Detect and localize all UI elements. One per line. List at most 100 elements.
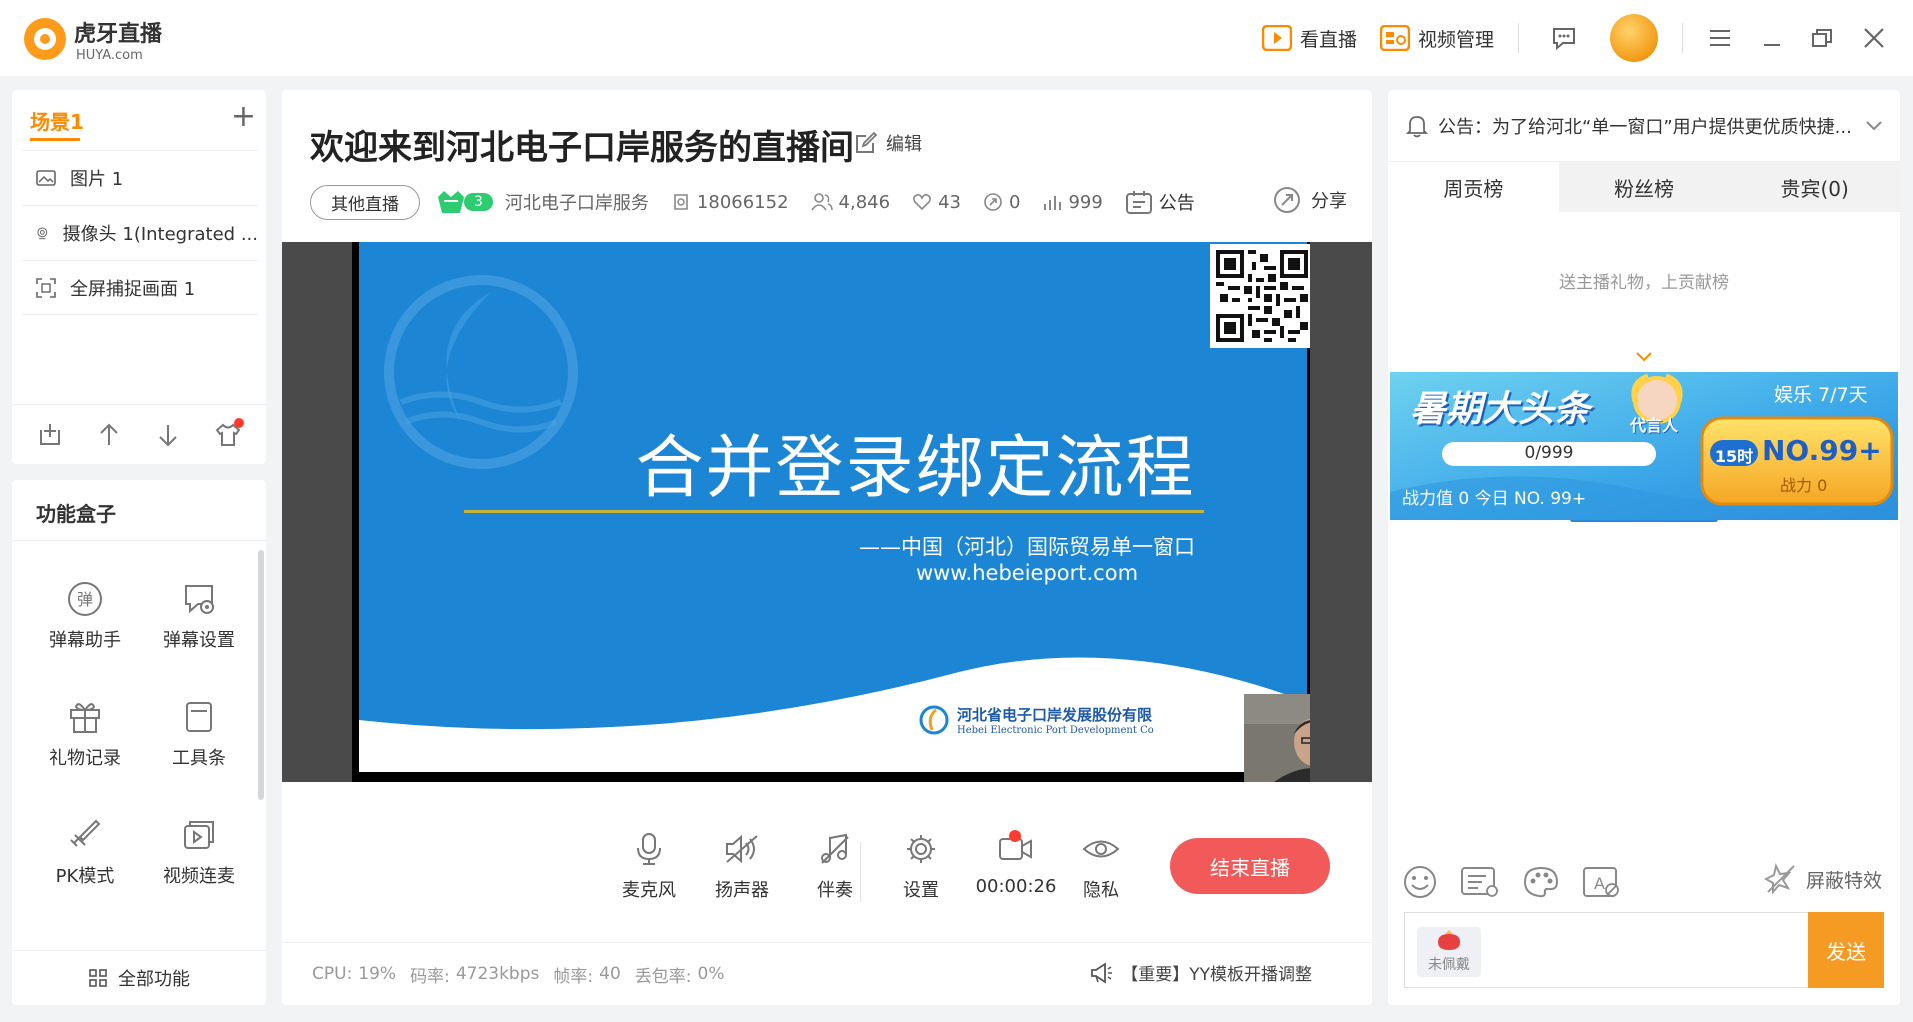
- banner-rank: NO.99+: [1762, 434, 1882, 467]
- toolbar-button[interactable]: 工具条: [144, 698, 254, 788]
- mic-label: 麦克风: [622, 880, 676, 901]
- function-label: 工具条: [172, 748, 226, 769]
- svg-text:弹: 弹: [77, 590, 93, 609]
- end-live-button[interactable]: 结束直播: [1170, 838, 1330, 894]
- mic-button[interactable]: 麦克风: [609, 832, 689, 902]
- source-label: 全屏捕捉画面 1: [70, 278, 196, 300]
- add-source-icon[interactable]: [37, 422, 63, 448]
- huya-logo[interactable]: 虎牙直播 HUYA.com: [22, 14, 222, 64]
- slide-subtitle: ——中国（河北）国际贸易单一窗口 www.hebeieport.com: [859, 534, 1195, 586]
- announcement-button[interactable]: 公告: [1125, 189, 1195, 215]
- tab-vip[interactable]: 贵宾(0): [1729, 162, 1900, 212]
- scene-toolbar: [12, 404, 266, 464]
- message-icon[interactable]: [1546, 20, 1582, 56]
- webcam-overlay: [1244, 694, 1310, 782]
- gift-icon: [70, 703, 100, 733]
- title-bar: 虎牙直播 HUYA.com 看直播 视频管理: [0, 0, 1913, 76]
- palette-icon[interactable]: [1522, 865, 1560, 899]
- record-button[interactable]: 00:00:26: [966, 830, 1066, 897]
- banner-leaderboard-link[interactable]: 排行榜: [1608, 522, 1678, 546]
- watch-live-button[interactable]: 看直播: [1262, 20, 1357, 56]
- banner-power: 战力 0: [1780, 476, 1828, 495]
- banner-power-line: 战力值 0 今日 NO. 99+: [1402, 489, 1587, 509]
- video-manage-label: 视频管理: [1418, 28, 1495, 51]
- event-banner[interactable]: 暑期大头条 代言人 娱乐 7/7天 0/999 战力值 0 今日 NO. 99+…: [1390, 372, 1898, 545]
- danmaku-settings-button[interactable]: 弹幕设置: [144, 580, 254, 670]
- tab-weekly-contribution[interactable]: 周贡榜: [1388, 162, 1559, 212]
- chevron-down-circle-icon: [1662, 526, 1678, 542]
- tab-scene-1[interactable]: 场景1: [30, 106, 84, 135]
- divider: [860, 842, 861, 902]
- move-down-icon[interactable]: [155, 422, 181, 448]
- function-label: 弹幕助手: [49, 630, 121, 651]
- all-functions-label: 全部功能: [118, 969, 190, 990]
- chevron-down-icon[interactable]: [1636, 352, 1652, 362]
- host-info[interactable]: 3 河北电子口岸服务: [434, 187, 649, 217]
- block-effects-button[interactable]: 屏蔽特效: [1763, 862, 1882, 896]
- share-button[interactable]: 分享: [1273, 186, 1347, 214]
- settings-button[interactable]: 设置: [881, 832, 961, 902]
- settings-label: 设置: [903, 880, 939, 901]
- speaker-button[interactable]: 扬声器: [702, 832, 782, 902]
- room-title: 欢迎来到河北电子口岸服务的直播间: [310, 128, 854, 168]
- viewer-count-value: 4,846: [838, 191, 891, 213]
- chat-input[interactable]: 未佩戴: [1404, 912, 1814, 988]
- category-button[interactable]: 其他直播: [310, 184, 420, 220]
- bar-chart-icon: [1044, 196, 1062, 210]
- text-template-icon[interactable]: [1460, 865, 1500, 899]
- scrollbar[interactable]: [258, 550, 264, 800]
- packet-loss-label: 丢包率:: [634, 966, 692, 987]
- fan-badge-slot[interactable]: 未佩戴: [1417, 927, 1481, 977]
- gear-icon: [907, 835, 935, 863]
- function-label: PK模式: [55, 866, 115, 887]
- font-style-icon[interactable]: A: [1582, 865, 1622, 899]
- live-timer: 00:00:26: [975, 876, 1057, 897]
- privacy-button[interactable]: 隐私: [1061, 832, 1141, 902]
- badge-label: 未佩戴: [1428, 957, 1470, 973]
- divider: [12, 540, 266, 541]
- live-room-panel: 欢迎来到河北电子口岸服务的直播间 编辑 其他直播 3 河北电子口岸服务 1806…: [282, 90, 1372, 1005]
- edit-title-button[interactable]: 编辑: [854, 130, 922, 156]
- all-functions-button[interactable]: 全部功能: [12, 950, 266, 1005]
- send-button[interactable]: 发送: [1808, 912, 1884, 988]
- share-count-value: 0: [1008, 191, 1021, 213]
- avatar[interactable]: [1610, 14, 1658, 62]
- record-indicator: [997, 830, 1035, 866]
- divider: [1682, 23, 1683, 53]
- close-icon[interactable]: [1856, 20, 1892, 56]
- camera-icon: [37, 227, 48, 240]
- announcement-bar[interactable]: 公告：为了给河北“单一窗口”用户提供更优质快捷...: [1388, 90, 1900, 162]
- function-box: 功能盒子 弹 弹幕助手 弹幕设置 礼物记录 工具条 PK模式 视频连麦 全部功能: [12, 480, 266, 1005]
- emoji-icon[interactable]: [1402, 864, 1438, 900]
- move-up-icon[interactable]: [96, 422, 122, 448]
- source-item-image[interactable]: 图片 1: [22, 150, 258, 205]
- source-item-camera[interactable]: 摄像头 1(Integrated ...: [22, 205, 258, 260]
- accompany-button[interactable]: 伴奏: [795, 832, 875, 902]
- system-notice[interactable]: 【重要】YY模板开播调整: [1089, 960, 1312, 985]
- room-info-row: 其他直播 3 河北电子口岸服务 18066152 4,846 43 0 999: [310, 184, 1217, 220]
- video-link-button[interactable]: 视频连麦: [144, 816, 254, 906]
- minimize-icon[interactable]: [1754, 20, 1790, 56]
- share-label: 分享: [1311, 191, 1347, 212]
- restore-icon[interactable]: [1804, 20, 1840, 56]
- image-icon: [36, 170, 56, 186]
- stream-preview[interactable]: 合并登录绑定流程 ——中国（河北）国际贸易单一窗口 www.hebeieport…: [282, 242, 1372, 782]
- danmaku-assistant-button[interactable]: 弹 弹幕助手: [30, 580, 140, 670]
- gift-record-button[interactable]: 礼物记录: [30, 698, 140, 788]
- danmaku-icon: 弹: [68, 582, 102, 616]
- add-scene-button[interactable]: +: [231, 102, 256, 132]
- menu-icon[interactable]: [1702, 20, 1738, 56]
- source-item-screen-capture[interactable]: 全屏捕捉画面 1: [22, 260, 258, 315]
- pk-mode-button[interactable]: PK模式: [30, 816, 140, 906]
- skin-button[interactable]: [214, 417, 244, 448]
- heat-value: 999: [1042, 192, 1103, 213]
- music-icon: [821, 833, 849, 864]
- privacy-label: 隐私: [1083, 880, 1119, 901]
- logo-text: 虎牙直播: [74, 21, 163, 47]
- banner-category: 娱乐 7/7天: [1774, 384, 1868, 406]
- right-panel: 公告：为了给河北“单一窗口”用户提供更优质快捷... 周贡榜 粉丝榜 贵宾(0)…: [1388, 90, 1900, 1005]
- logo-domain: HUYA.com: [76, 48, 143, 63]
- share-icon: [1274, 187, 1300, 213]
- video-manage-button[interactable]: 视频管理: [1380, 20, 1494, 56]
- tab-fans[interactable]: 粉丝榜: [1559, 162, 1730, 212]
